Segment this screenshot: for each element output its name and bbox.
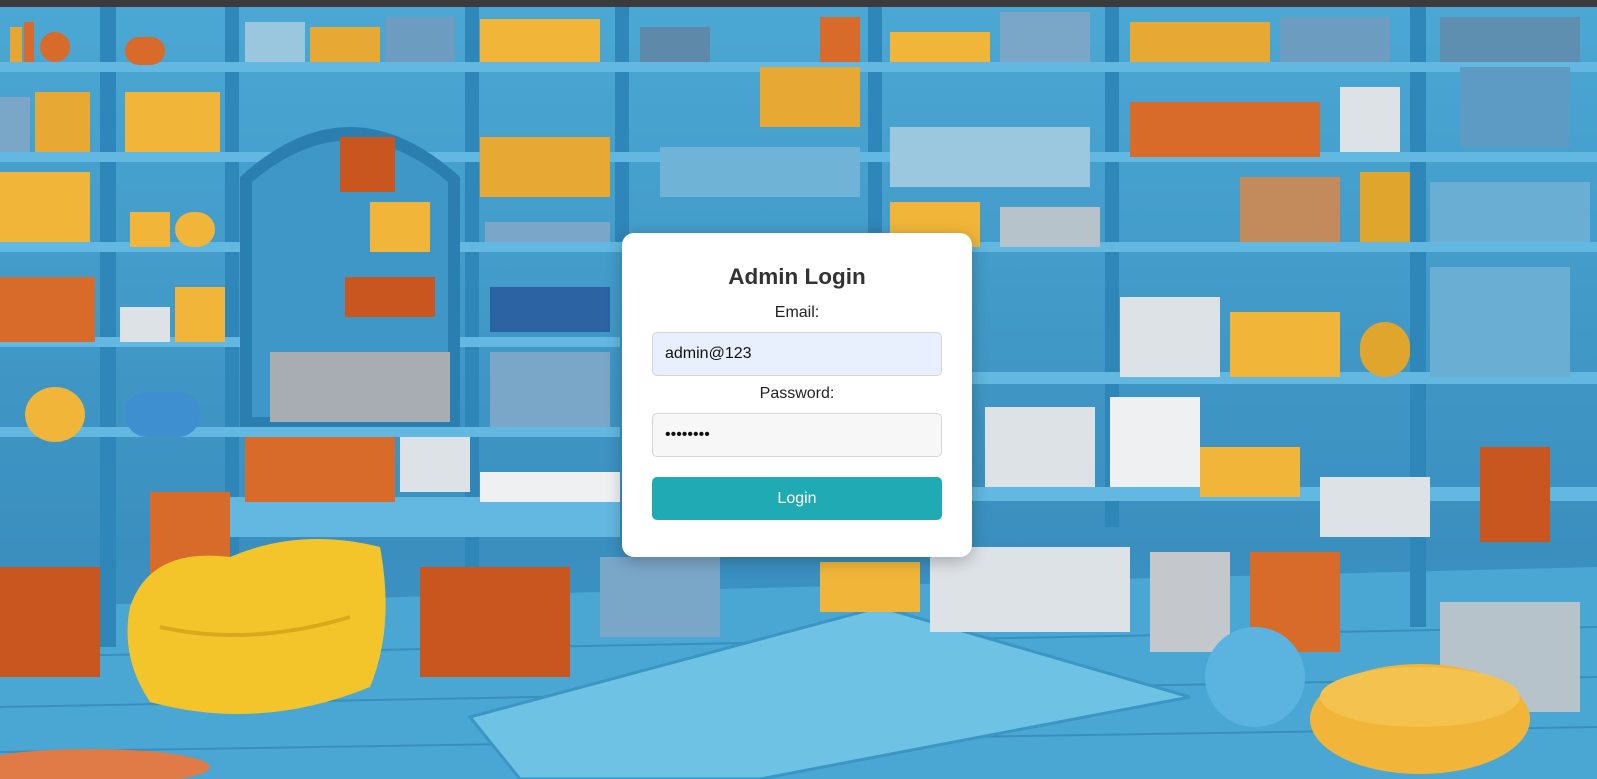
email-label: Email: [774,304,820,321]
login-title: Admin Login [728,264,866,289]
admin-login-card: Admin Login Email: admin@123 Password: •… [622,233,972,557]
password-field[interactable]: •••••••• [652,413,942,457]
login-button[interactable]: Login [652,477,942,520]
password-label: Password: [759,385,835,402]
browser-top-edge [0,0,1597,7]
email-field[interactable]: admin@123 [652,332,942,376]
